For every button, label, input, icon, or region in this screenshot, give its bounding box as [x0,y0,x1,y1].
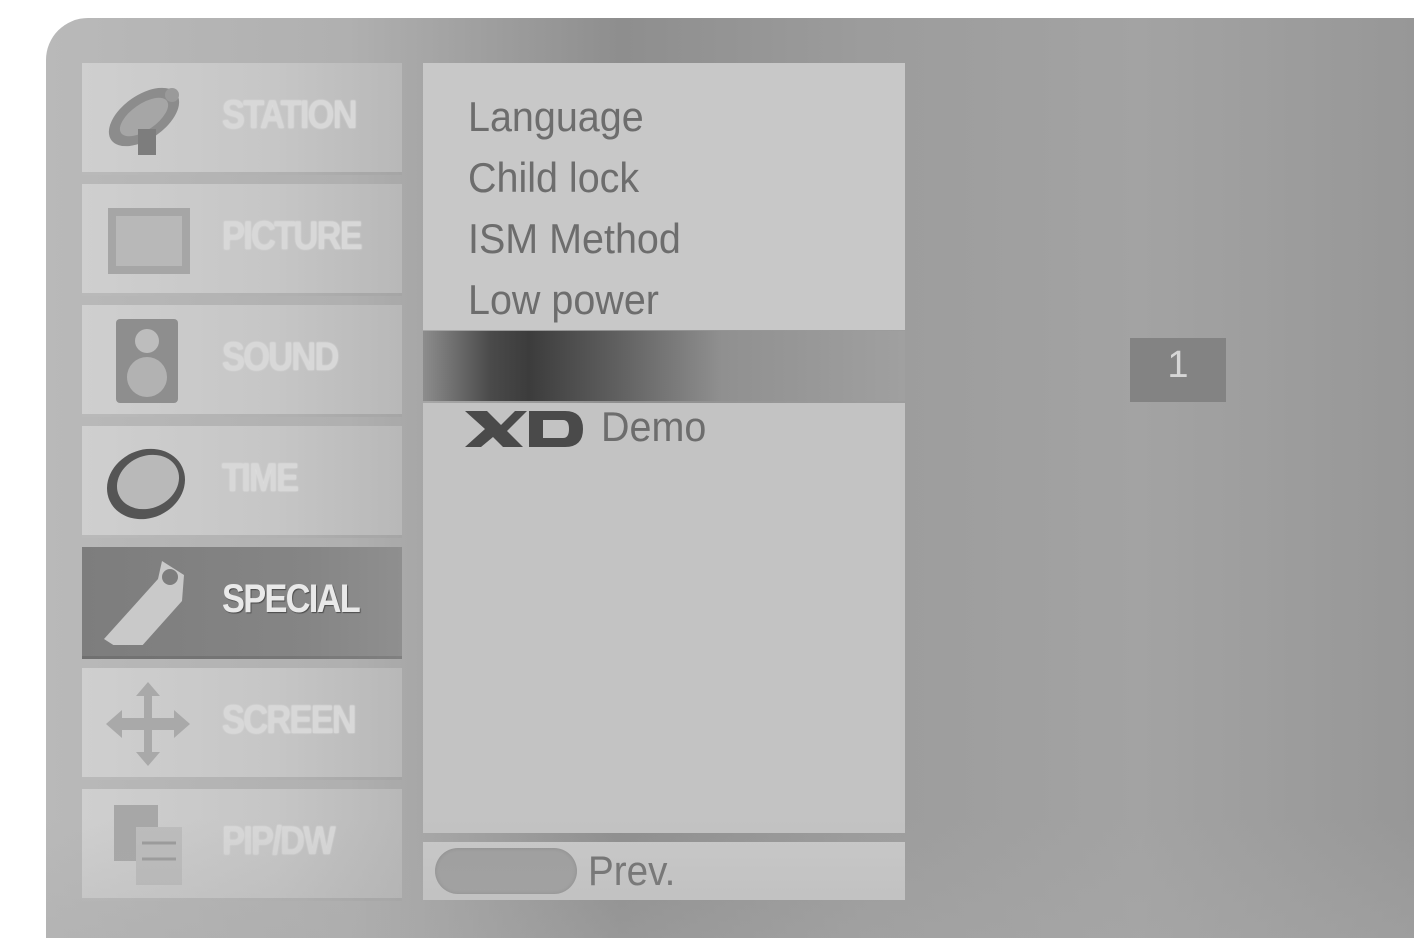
category-station[interactable]: STATION [82,63,402,175]
tag-icon [104,561,184,645]
special-submenu: Language Child lock ISM Method Low power [423,63,905,330]
pip-windows-icon [114,805,182,885]
clock-icon [107,448,185,520]
category-screen[interactable]: SCREEN [82,668,402,780]
xd-logo [465,411,583,447]
category-label: SCREEN [222,698,357,742]
menu-item-ism-method[interactable]: ISM Method [468,215,681,263]
category-pip-dw[interactable]: PIP/DW [82,789,402,901]
category-menu: STATION PICTURE SOUND TIME SPECIAL SCREE… [82,63,402,910]
category-label: STATION [222,93,358,137]
category-special[interactable]: SPECIAL [82,547,402,659]
category-label: SOUND [222,335,339,379]
category-time[interactable]: TIME [82,426,402,538]
special-submenu-lower: Demo [423,403,905,833]
category-sound[interactable]: SOUND [82,305,402,417]
category-label: PICTURE [222,214,363,258]
move-arrows-icon [106,682,190,766]
menu-item-language[interactable]: Language [468,93,644,141]
category-label: SPECIAL [222,577,361,621]
selection-highlight-bar[interactable] [423,331,905,401]
xd-demo-label: Demo [601,403,707,450]
prev-label: Prev. [588,847,676,894]
satellite-dish-icon [108,87,180,155]
picture-frame-icon [108,208,190,274]
menu-item-low-power[interactable]: Low power [468,276,659,324]
value-display: 1 [1130,338,1226,402]
speaker-icon [116,319,178,403]
prev-button-pill[interactable] [435,848,577,894]
category-picture[interactable]: PICTURE [82,184,402,296]
footer-bar: Prev. [423,842,905,900]
menu-item-child-lock[interactable]: Child lock [468,154,639,202]
tv-menu-panel: STATION PICTURE SOUND TIME SPECIAL SCREE… [46,18,1414,938]
category-label: TIME [222,456,299,500]
category-label: PIP/DW [222,819,336,863]
